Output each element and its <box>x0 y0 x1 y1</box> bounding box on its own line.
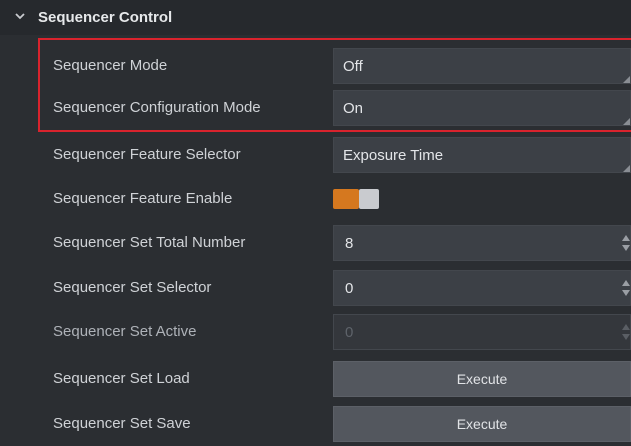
property-row-sequencer-set-total-number: Sequencer Set Total Number 8 <box>0 221 631 265</box>
sequencer-configuration-mode-dropdown[interactable]: On <box>333 90 631 126</box>
section-title: Sequencer Control <box>38 9 173 26</box>
sequencer-set-load-execute-button[interactable]: Execute <box>333 361 631 397</box>
toggle-on-track <box>333 189 359 209</box>
spin-arrows-icon <box>622 324 630 340</box>
dropdown-corner-icon <box>623 76 630 83</box>
toggle-knob <box>359 189 379 209</box>
chevron-down-icon[interactable] <box>14 10 26 22</box>
dropdown-value: Off <box>343 58 363 75</box>
spin-arrows-icon[interactable] <box>622 232 630 254</box>
sequencer-set-active-spinbox: 0 <box>333 314 631 350</box>
dropdown-value: Exposure Time <box>343 147 444 164</box>
dropdown-value: On <box>343 100 364 117</box>
sequencer-feature-enable-toggle[interactable] <box>333 189 381 209</box>
spinbox-value: 0 <box>345 324 354 341</box>
property-label: Sequencer Configuration Mode <box>53 99 261 116</box>
spinbox-value: 0 <box>345 280 354 297</box>
sequencer-feature-selector-dropdown[interactable]: Exposure Time <box>333 137 631 173</box>
property-label: Sequencer Set Load <box>53 370 190 387</box>
property-row-sequencer-set-active: Sequencer Set Active 0 <box>0 310 631 354</box>
property-row-sequencer-feature-selector: Sequencer Feature Selector Exposure Time <box>0 133 631 177</box>
property-row-sequencer-set-selector: Sequencer Set Selector 0 <box>0 266 631 310</box>
property-row-sequencer-set-save: Sequencer Set Save Execute <box>0 402 631 446</box>
property-row-sequencer-feature-enable: Sequencer Feature Enable <box>0 177 631 221</box>
property-row-sequencer-configuration-mode: Sequencer Configuration Mode On <box>0 86 631 130</box>
sequencer-mode-dropdown[interactable]: Off <box>333 48 631 84</box>
spinbox-value: 8 <box>345 235 354 252</box>
property-label: Sequencer Mode <box>53 57 168 74</box>
property-label: Sequencer Set Total Number <box>53 234 246 251</box>
sequencer-set-selector-spinbox[interactable]: 0 <box>333 270 631 306</box>
property-label: Sequencer Set Selector <box>53 279 212 296</box>
dropdown-corner-icon <box>623 118 630 125</box>
property-label: Sequencer Feature Enable <box>53 190 233 207</box>
property-label: Sequencer Set Save <box>53 415 191 432</box>
section-header[interactable]: Sequencer Control <box>0 0 631 35</box>
property-row-sequencer-set-load: Sequencer Set Load Execute <box>0 357 631 401</box>
dropdown-corner-icon <box>623 165 630 172</box>
property-label: Sequencer Set Active <box>53 323 197 340</box>
spin-arrows-icon[interactable] <box>622 277 630 299</box>
sequencer-set-save-execute-button[interactable]: Execute <box>333 406 631 442</box>
sequencer-set-total-number-spinbox[interactable]: 8 <box>333 225 631 261</box>
property-label: Sequencer Feature Selector <box>53 146 241 163</box>
property-row-sequencer-mode: Sequencer Mode Off <box>0 44 631 88</box>
